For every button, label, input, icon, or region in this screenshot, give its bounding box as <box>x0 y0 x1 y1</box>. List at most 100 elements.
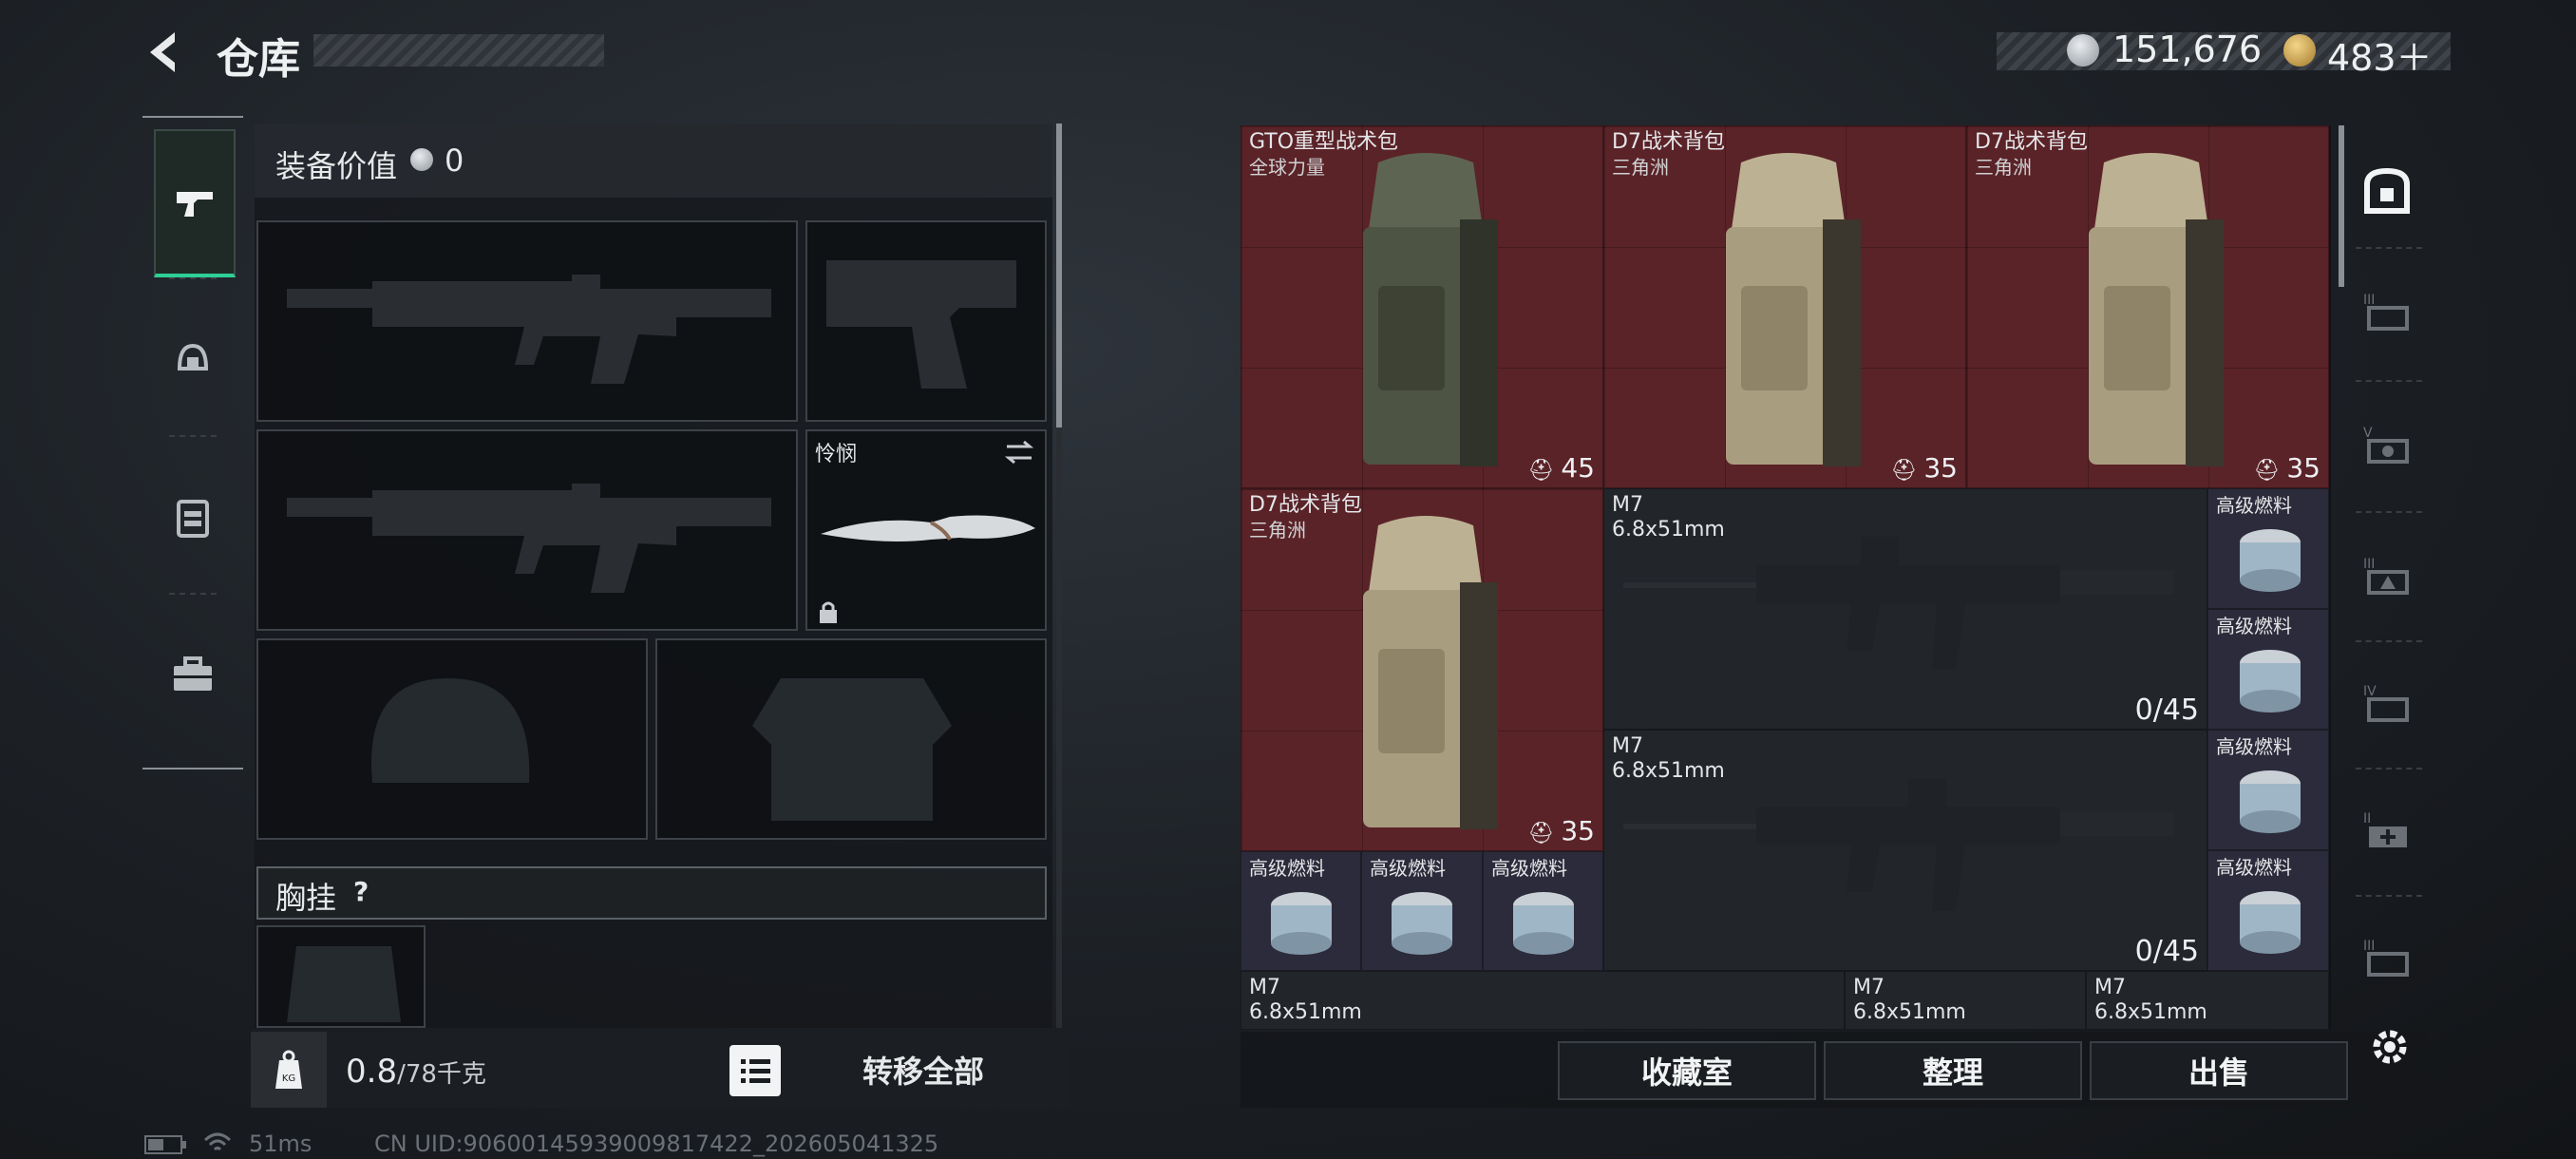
rail-divider <box>2356 247 2422 249</box>
sidearm-slot[interactable] <box>805 220 1047 422</box>
settings-icon[interactable] <box>2365 1022 2415 1072</box>
stash-item-rifle[interactable]: M7 6.8x51mm <box>1241 971 1845 1030</box>
carry-weight: 0.8/78千克 <box>346 1053 486 1091</box>
medical-storage-icon[interactable]: II <box>2359 804 2415 859</box>
item-name: M7 <box>1249 976 1280 999</box>
equipment-value-bar: 装备价值 0 <box>255 124 1052 198</box>
secondary-weapon-slot[interactable] <box>256 429 798 631</box>
equip-value-label: 装备价值 <box>275 148 398 184</box>
list-view-button[interactable] <box>729 1045 781 1096</box>
tab-armor[interactable] <box>154 446 232 589</box>
rail-divider <box>2356 895 2422 897</box>
item-count: 35 <box>1561 815 1595 846</box>
vault-button[interactable]: 收藏室 <box>1558 1041 1816 1100</box>
stash-item-rifle[interactable]: M7 6.8x51mm <box>1845 971 2086 1030</box>
rail-divider <box>2356 380 2422 382</box>
melee-name: 怜悯 <box>815 443 858 466</box>
silver-coin-icon <box>410 148 433 171</box>
backpack-icon <box>2089 153 2224 466</box>
rifle-silhouette-icon <box>287 484 771 593</box>
storage-tier-4-icon[interactable]: IV <box>2359 676 2415 732</box>
loadout-scrollbar-thumb[interactable] <box>1056 124 1062 428</box>
equip-value: 0 <box>445 142 464 179</box>
armor-slot[interactable] <box>655 638 1047 840</box>
stash-item-rifle[interactable]: M7 6.8x51mm <box>2086 971 2329 1030</box>
item-name: 高级燃料 <box>1249 857 1325 880</box>
vest-silhouette-icon <box>752 678 952 821</box>
stash-item-rifle[interactable]: M7 6.8x51mm 0/45 <box>1603 730 2207 971</box>
helmet-slot[interactable] <box>256 638 648 840</box>
melee-slot[interactable]: 怜悯 <box>805 429 1047 631</box>
svg-text:KG: KG <box>282 1074 295 1084</box>
weight-value: 0.8 <box>346 1053 398 1091</box>
armor-icon <box>177 500 209 538</box>
safebox-icon[interactable] <box>2359 163 2415 218</box>
lock-icon <box>820 601 837 623</box>
stash-grid: GTO重型战术包 全球力量 ⛑ 45 D7战术背包 三角洲 ⛑ 35 D7战术背包三… <box>1241 125 2331 1030</box>
stash-item-rifle[interactable]: M7 6.8x51mm 0/45 <box>1603 488 2207 730</box>
transfer-all-button[interactable]: 转移全部 <box>788 1036 1058 1104</box>
storage-tier-3b-icon[interactable]: III <box>2359 549 2415 604</box>
m7-rifle-icon <box>1623 778 2174 911</box>
rail-divider <box>2356 640 2422 642</box>
svg-text:II: II <box>2363 811 2371 826</box>
stash-scrollbar[interactable] <box>2339 125 2344 287</box>
rail-divider <box>2356 511 2422 513</box>
storage-tier-3c-icon[interactable]: III <box>2359 931 2415 986</box>
fuel-can-icon <box>1392 892 1452 955</box>
coin-balance: 151,676 <box>2112 28 2263 70</box>
chest-rig-header: 胸挂 ? <box>256 866 1047 920</box>
weight-capacity: /78千克 <box>397 1060 486 1089</box>
item-name: 高级燃料 <box>2216 856 2292 879</box>
item-name: M7 <box>1853 976 1885 999</box>
stash-item-backpack[interactable]: D7战术背包 三角洲 ⛑ 35 <box>1603 125 1966 488</box>
stash-item-fuel[interactable]: 高级燃料 <box>1361 851 1483 971</box>
tab-items[interactable] <box>154 604 232 747</box>
wifi-icon <box>203 1132 232 1151</box>
backpack-icon <box>1363 153 1498 466</box>
rail-divider <box>2356 768 2422 770</box>
svg-text:III: III <box>2363 557 2375 572</box>
chest-rig-slot[interactable] <box>256 925 426 1028</box>
help-icon[interactable]: ? <box>353 876 369 907</box>
item-count: 45 <box>1561 452 1595 484</box>
tab-divider <box>169 277 217 279</box>
stash-item-fuel[interactable]: 高级燃料 <box>1241 851 1361 971</box>
fuel-can-icon <box>2240 770 2301 833</box>
ping-readout: 51ms <box>249 1130 313 1157</box>
item-name: 高级燃料 <box>2216 735 2292 758</box>
weight-icon: KG <box>275 1050 302 1089</box>
stash-item-fuel[interactable]: 高级燃料 <box>2207 850 2329 971</box>
back-arrow-icon[interactable] <box>142 28 190 76</box>
stash-item-fuel[interactable]: 高级燃料 <box>1483 851 1603 971</box>
storage-tier-3-icon[interactable]: III <box>2359 285 2415 340</box>
svg-text:III: III <box>2363 293 2375 308</box>
premium-balance[interactable]: 483＋ <box>2327 28 2433 81</box>
primary-weapon-slot[interactable] <box>256 220 798 422</box>
tab-weapons[interactable] <box>154 129 236 277</box>
storage-tier-5-icon[interactable]: V <box>2359 418 2415 473</box>
stash-item-fuel[interactable]: 高级燃料 <box>2207 609 2329 730</box>
stash-item-fuel[interactable]: 高级燃料 <box>2207 730 2329 850</box>
item-name: M7 <box>2094 976 2126 999</box>
sort-button[interactable]: 整理 <box>1824 1041 2082 1100</box>
item-name: 高级燃料 <box>2216 494 2292 517</box>
item-caliber: 6.8x51mm <box>1249 1000 1362 1024</box>
swap-icon[interactable] <box>1003 439 1035 466</box>
stash-item-backpack[interactable]: D7战术背包 三角洲 ⛑ 35 <box>1966 125 2329 488</box>
stash-item-backpack[interactable]: D7战术背包 三角洲 ⛑ 35 <box>1241 488 1603 851</box>
svg-text:IV: IV <box>2363 684 2377 699</box>
tab-helmet[interactable] <box>154 289 232 431</box>
item-name: M7 <box>1612 493 1643 517</box>
item-count: 35 <box>1923 452 1958 484</box>
gold-coin-icon <box>2283 34 2316 66</box>
stash-item-backpack[interactable]: GTO重型战术包 全球力量 ⛑ 45 <box>1241 125 1603 488</box>
stash-item-fuel[interactable]: 高级燃料 <box>2207 488 2329 609</box>
user-uid: CN UID:9060014593900981742​2_20260504132… <box>374 1130 939 1157</box>
sell-button[interactable]: 出售 <box>2090 1041 2348 1100</box>
chest-rig-label: 胸挂 <box>275 880 337 916</box>
karambit-knife-icon <box>821 515 1035 542</box>
fuel-can-icon <box>2240 891 2301 954</box>
list-icon <box>741 1059 770 1083</box>
helmet-icon <box>177 343 209 370</box>
